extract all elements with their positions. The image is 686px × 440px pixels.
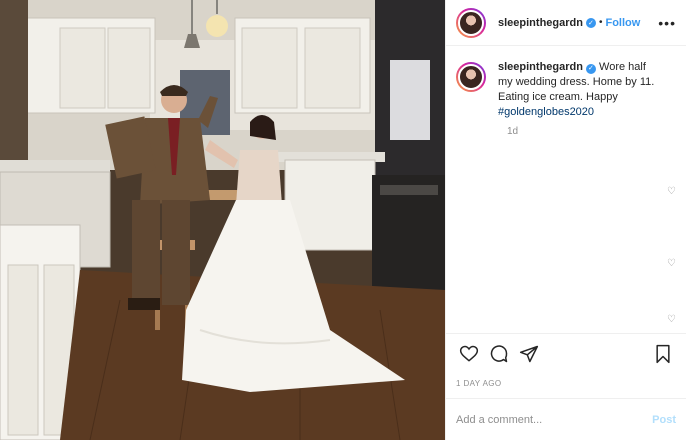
share-button[interactable] bbox=[516, 341, 542, 367]
comment-like-heart-icon[interactable]: ♡ bbox=[667, 314, 676, 325]
photo-illustration bbox=[0, 0, 445, 440]
caption-avatar[interactable] bbox=[456, 62, 486, 92]
caption-username[interactable]: sleepinthegardn bbox=[498, 61, 583, 73]
header-separator: • bbox=[598, 17, 603, 28]
follow-button[interactable]: Follow bbox=[605, 17, 640, 29]
comment-like-heart-icon[interactable]: ♡ bbox=[667, 186, 676, 197]
caption-verified-badge-icon: ✓ bbox=[585, 63, 596, 74]
action-bar bbox=[446, 333, 686, 373]
more-options-icon[interactable]: ••• bbox=[658, 15, 676, 31]
post-timestamp[interactable]: 1 DAY AGO bbox=[446, 373, 686, 398]
add-comment-bar: Post bbox=[446, 398, 686, 440]
paper-plane-icon bbox=[519, 345, 539, 362]
header-username[interactable]: sleepinthegardn bbox=[498, 17, 583, 29]
avatar-image bbox=[458, 9, 484, 36]
comments-area: sleepinthegardn ✓ Wore half my wedding dr… bbox=[446, 46, 686, 333]
post-comment-button[interactable]: Post bbox=[652, 414, 676, 426]
heart-icon bbox=[459, 345, 479, 362]
post-header: sleepinthegardn ✓ • Follow ••• bbox=[446, 0, 686, 46]
caption-time[interactable]: 1d bbox=[507, 126, 676, 137]
caption-hashtag[interactable]: #goldenglobes2020 bbox=[498, 106, 594, 118]
save-button[interactable] bbox=[650, 341, 676, 367]
caption: sleepinthegardn ✓ Wore half my wedding dr… bbox=[456, 60, 676, 120]
comment-input[interactable] bbox=[456, 413, 653, 426]
caption-avatar-image bbox=[458, 64, 484, 90]
comment-button[interactable] bbox=[486, 341, 512, 367]
post-sidebar: sleepinthegardn ✓ • Follow ••• sleepinth… bbox=[445, 0, 686, 440]
post-container: sleepinthegardn ✓ • Follow ••• sleepinth… bbox=[0, 0, 686, 440]
post-photo[interactable] bbox=[0, 0, 445, 440]
comment-icon bbox=[490, 344, 508, 362]
verified-badge-icon: ✓ bbox=[585, 17, 596, 28]
bookmark-icon bbox=[656, 344, 670, 363]
like-button[interactable] bbox=[456, 341, 482, 367]
caption-text: sleepinthegardn ✓ Wore half my wedding dr… bbox=[498, 60, 663, 120]
avatar[interactable] bbox=[456, 7, 486, 38]
comment-like-heart-icon[interactable]: ♡ bbox=[667, 258, 676, 269]
